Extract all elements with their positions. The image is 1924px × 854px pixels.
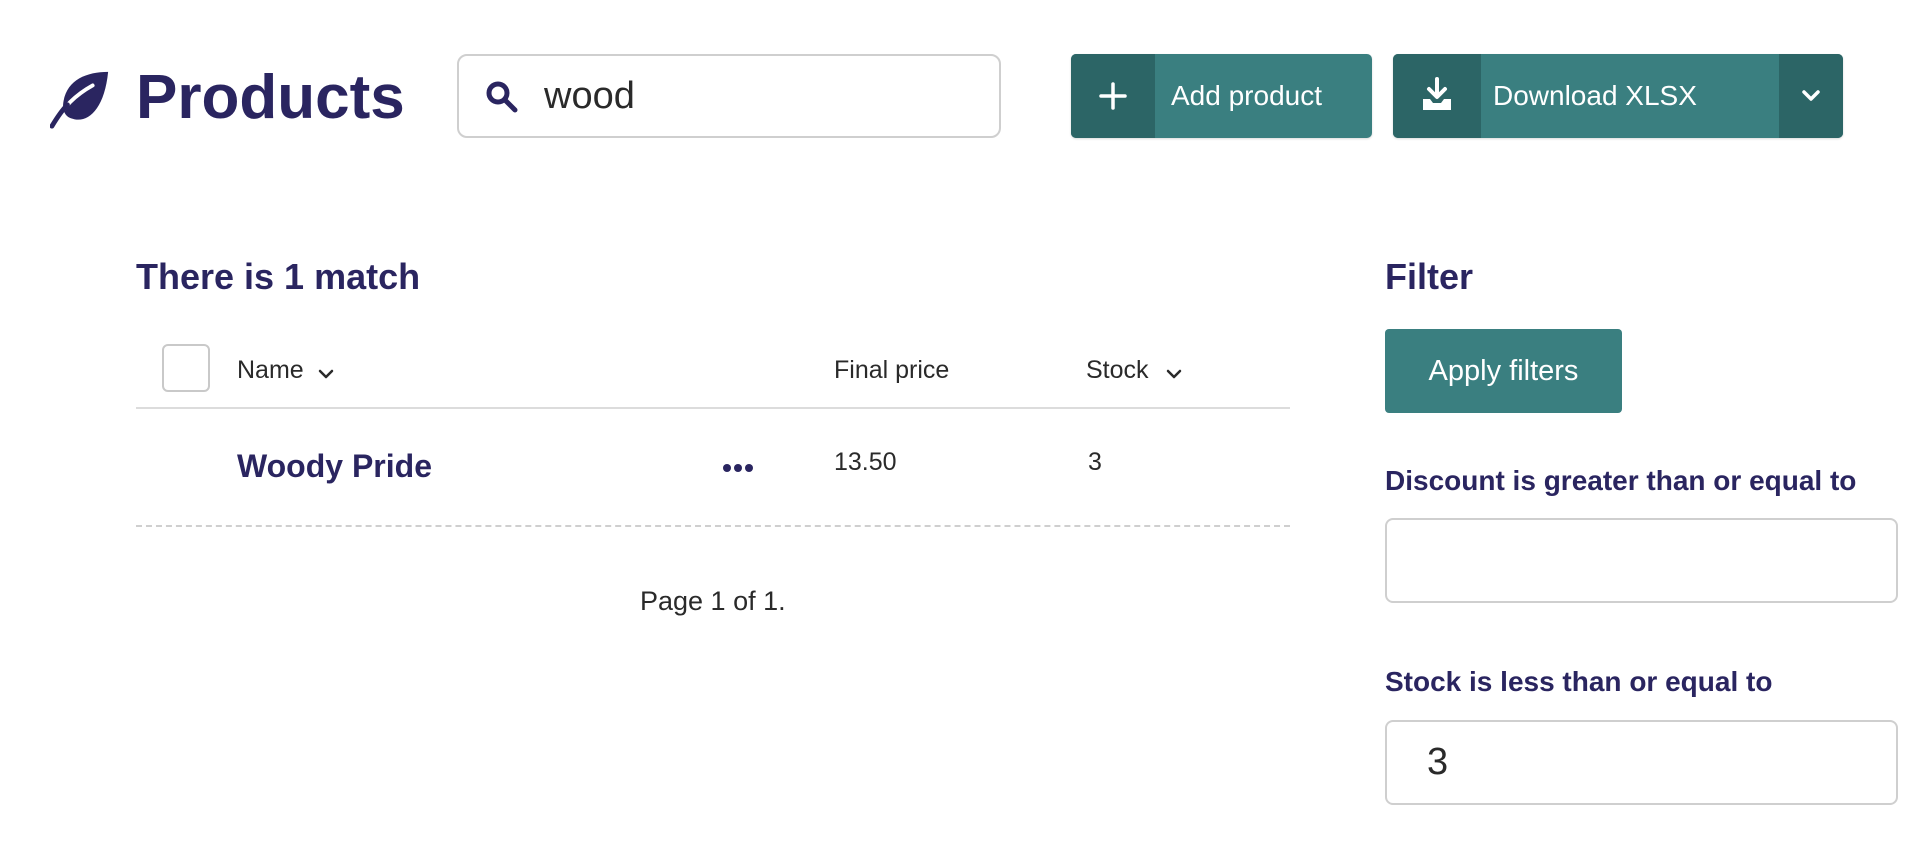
stock-filter-input[interactable] [1385,720,1898,805]
product-name-link[interactable]: Woody Pride [237,448,432,485]
filter-title: Filter [1385,256,1474,297]
download-icon [1423,77,1451,110]
results-summary: There is 1 match [136,256,421,297]
chevron-down-icon[interactable] [1164,364,1184,384]
add-product-button[interactable]: Add product [1071,54,1372,138]
page-title: Products [136,63,405,132]
plus-icon [1099,82,1127,110]
product-final-price: 13.50 [834,448,897,476]
table-row-divider [136,525,1290,527]
column-header-name[interactable]: Name [237,356,304,385]
column-header-stock[interactable]: Stock [1086,356,1149,385]
add-product-label: Add product [1171,80,1322,111]
apply-filters-button[interactable]: Apply filters [1385,329,1622,413]
column-header-final-price: Final price [834,356,950,384]
more-options-icon[interactable] [722,461,754,475]
pagination-text: Page 1 of 1. [640,586,786,616]
product-stock: 3 [1088,448,1102,476]
discount-filter-input[interactable] [1385,518,1898,603]
select-all-checkbox[interactable] [162,344,210,392]
search-icon [486,81,518,113]
discount-filter-label: Discount is greater than or equal to [1385,465,1857,496]
chevron-down-icon[interactable] [1797,82,1825,110]
stock-filter-label: Stock is less than or equal to [1385,666,1773,697]
table-header-divider [136,407,1290,409]
search-box[interactable] [457,54,1001,138]
leaf-icon [50,71,109,129]
download-xlsx-button[interactable]: Download XLSX [1393,54,1843,138]
download-xlsx-label: Download XLSX [1493,80,1697,111]
chevron-down-icon[interactable] [316,364,336,384]
search-input[interactable] [544,70,974,122]
